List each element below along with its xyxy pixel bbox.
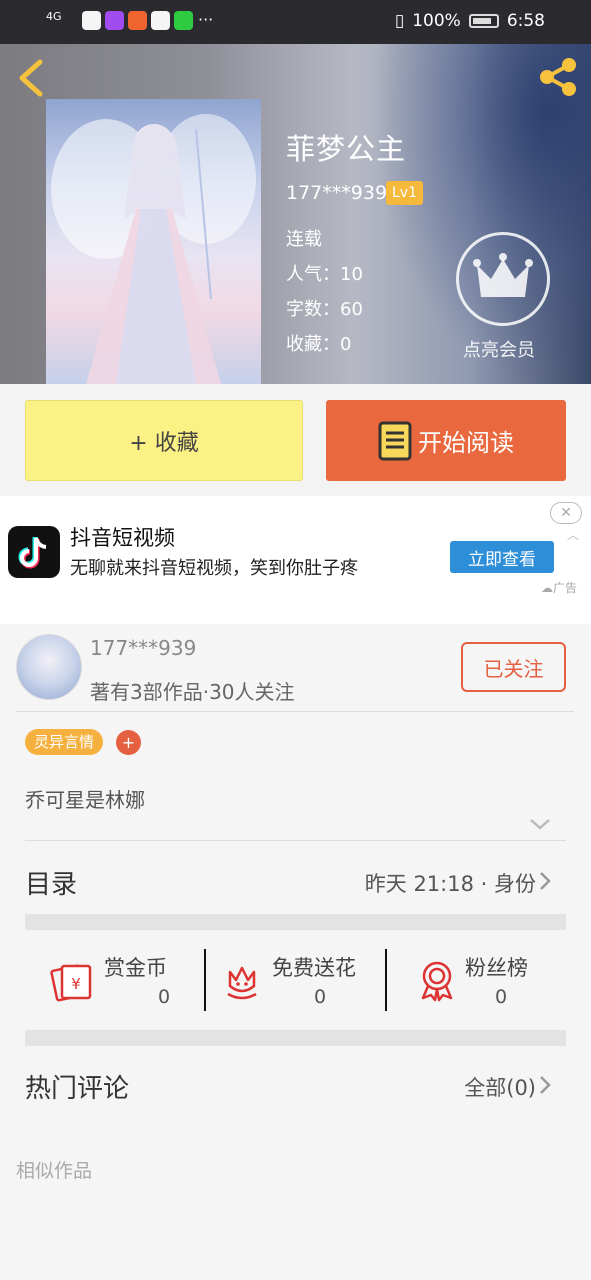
popularity-count: 人气：10: [286, 264, 363, 285]
hot-comments-row[interactable]: 热门评论 全部(0): [25, 1054, 566, 1114]
gift-value: 0: [314, 986, 327, 1008]
clock: 6:58: [506, 11, 545, 31]
ad-description: 无聊就来抖音短视频，笑到你肚子疼: [70, 558, 358, 579]
divider: [25, 840, 566, 841]
gift-label: 赏金币: [104, 956, 167, 980]
author-section: 177***939 著有3部作品·30人关注 已关注: [0, 624, 591, 712]
section-divider: [25, 1030, 566, 1046]
book-author-id[interactable]: 177***939: [286, 182, 387, 204]
divider: [385, 949, 387, 1011]
book-header: 菲梦公主 177***939 Lv1 连载 人气：10 字数：60 收藏：0 点…: [0, 44, 591, 384]
back-icon[interactable]: [14, 58, 50, 98]
ad-collapse-icon[interactable]: ︿: [567, 526, 579, 543]
author-stats: 著有3部作品·30人关注: [90, 680, 295, 704]
vip-button[interactable]: [456, 232, 550, 326]
gift-bar: ¥ 赏金币 0 免费送花 0 粉丝榜 0: [25, 946, 566, 1016]
fan-ranking-button[interactable]: 粉丝榜 0: [415, 946, 565, 1016]
all-comments-link[interactable]: 全部(0): [464, 1072, 536, 1102]
start-reading-label: 开始阅读: [418, 429, 514, 457]
start-reading-button[interactable]: 开始阅读: [326, 400, 566, 481]
notification-icons: [82, 11, 193, 30]
similar-works-title: 相似作品: [16, 1160, 93, 1182]
book-intro: 乔可星是林娜: [25, 788, 145, 812]
genre-tag[interactable]: 灵异言情: [25, 729, 104, 755]
book-title: 菲梦公主: [286, 132, 407, 166]
medal-icon: [421, 961, 453, 1002]
share-icon[interactable]: [535, 54, 581, 100]
video-app-icon: [105, 11, 124, 30]
ad-close-icon[interactable]: ✕: [550, 502, 582, 524]
cover-illustration: [51, 114, 256, 384]
ad-title: 抖音短视频: [70, 526, 175, 550]
action-bar: + 收藏 开始阅读: [0, 384, 591, 496]
crown-icon: [473, 253, 533, 297]
level-badge: Lv1: [386, 181, 423, 205]
avatar[interactable]: [16, 634, 82, 700]
vip-label[interactable]: 点亮会员: [463, 336, 535, 362]
book-icon: [378, 421, 412, 460]
svg-text:¥: ¥: [71, 975, 81, 993]
battery-percent: 100%: [412, 11, 461, 31]
favorites-count: 收藏：0: [286, 334, 352, 355]
battery-icon: [468, 14, 499, 28]
word-count: 字数：60: [286, 299, 363, 320]
follow-button[interactable]: 已关注: [461, 642, 566, 692]
signal-icon: 4G: [46, 10, 62, 23]
divider: [16, 711, 574, 712]
tiktok-logo-icon: [8, 526, 60, 578]
hot-comments-title: 热门评论: [25, 1074, 130, 1104]
gift-value: 0: [158, 986, 171, 1008]
gift-label: 粉丝榜: [465, 956, 528, 980]
section-divider: [25, 914, 566, 930]
reward-coins-button[interactable]: ¥ 赏金币 0: [50, 946, 200, 1016]
add-tag-button[interactable]: +: [116, 730, 141, 755]
chevron-right-icon: [540, 872, 551, 890]
divider: [204, 949, 206, 1011]
chevron-down-icon[interactable]: [528, 812, 552, 836]
iqiyi-app-icon: [174, 11, 193, 30]
red-envelope-icon: ¥: [50, 964, 92, 1002]
serial-status: 连载: [286, 229, 322, 250]
ad-banner[interactable]: 抖音短视频 无聊就来抖音短视频，笑到你肚子疼 立即查看 ✕ ︿ ☁广告: [0, 496, 591, 624]
more-notifications-icon: ···: [198, 10, 214, 29]
catalog-row[interactable]: 目录 昨天 21:18 · 身份: [25, 850, 566, 910]
book-cover[interactable]: [46, 99, 261, 384]
gift-value: 0: [495, 986, 508, 1008]
ad-label: ☁广告: [541, 581, 578, 595]
vibrate-icon: ▯: [394, 11, 405, 31]
music-app-icon: [128, 11, 147, 30]
catalog-title: 目录: [25, 870, 78, 900]
ad-view-button[interactable]: 立即查看: [450, 541, 554, 573]
free-flower-button[interactable]: 免费送花 0: [220, 946, 380, 1016]
collect-button[interactable]: + 收藏: [25, 400, 303, 481]
video-app-icon: [82, 11, 101, 30]
video-app-icon: [151, 11, 170, 30]
flower-icon: [227, 966, 257, 1000]
status-bar: 4G ··· ▯ 100% 6:58: [0, 0, 591, 44]
catalog-update-info: 昨天 21:18 · 身份: [364, 872, 536, 896]
gift-label: 免费送花: [272, 956, 356, 980]
chevron-right-icon: [540, 1076, 551, 1094]
author-name[interactable]: 177***939: [90, 636, 196, 660]
